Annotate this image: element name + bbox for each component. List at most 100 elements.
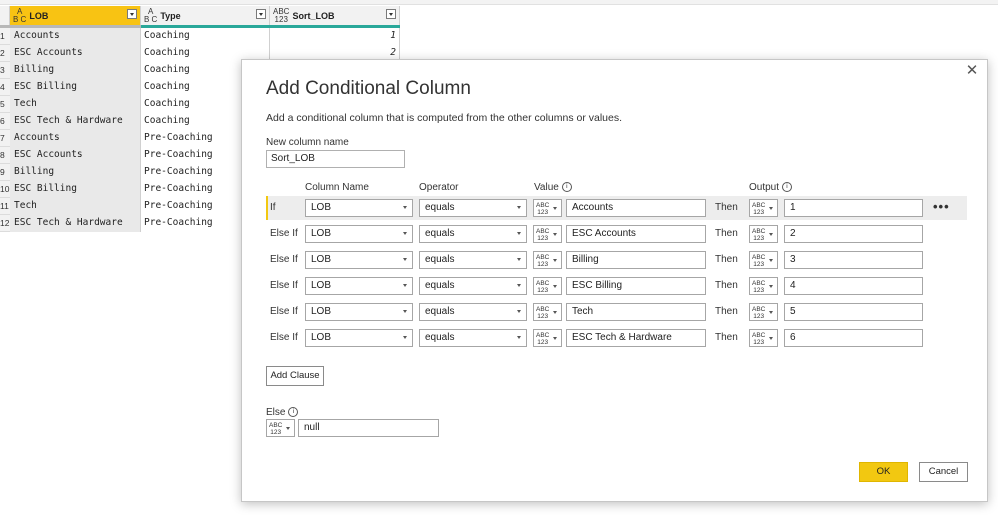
any-type-icon[interactable]: ABC 123 xyxy=(273,7,289,24)
row-number: 2 xyxy=(0,45,10,61)
new-column-name-input[interactable]: Sort_LOB xyxy=(266,150,405,168)
cell-lob[interactable]: Billing xyxy=(10,62,141,79)
output-type-button[interactable]: ABC 123 xyxy=(749,303,778,321)
any-type-icon: ABC 123 xyxy=(536,280,550,294)
column-header-sort-lob[interactable]: ABC 123 Sort_LOB xyxy=(270,6,400,25)
cancel-button[interactable]: Cancel xyxy=(919,462,968,482)
filter-dropdown-icon[interactable] xyxy=(127,9,137,19)
value-input[interactable]: ESC Tech & Hardware xyxy=(566,329,706,347)
any-type-icon: ABC 123 xyxy=(536,306,550,320)
column-name-select[interactable]: LOB xyxy=(305,199,413,217)
column-name-select[interactable]: LOB xyxy=(305,225,413,243)
value-input[interactable]: Billing xyxy=(566,251,706,269)
output-type-button[interactable]: ABC 123 xyxy=(749,277,778,295)
column-header-label: LOB xyxy=(29,10,49,21)
chevron-down-icon xyxy=(769,259,773,262)
output-input[interactable]: 3 xyxy=(784,251,923,269)
clause-keyword: Else If xyxy=(270,306,298,317)
column-name-select[interactable]: LOB xyxy=(305,251,413,269)
table-row[interactable]: 1 Accounts Coaching 1 xyxy=(0,28,400,45)
operator-select[interactable]: equals xyxy=(419,225,527,243)
info-icon[interactable]: i xyxy=(561,182,572,193)
column-name-select[interactable]: LOB xyxy=(305,277,413,295)
close-icon[interactable]: ✕ xyxy=(965,63,979,78)
output-type-button[interactable]: ABC 123 xyxy=(749,225,778,243)
column-header-type[interactable]: AB C Type xyxy=(141,6,270,25)
value-type-button[interactable]: ABC 123 xyxy=(533,225,562,243)
cell-lob[interactable]: Accounts xyxy=(10,28,141,45)
chevron-down-icon xyxy=(553,337,557,340)
value-input[interactable]: ESC Billing xyxy=(566,277,706,295)
operator-select[interactable]: equals xyxy=(419,303,527,321)
value-type-button[interactable]: ABC 123 xyxy=(533,303,562,321)
clause-keyword: If xyxy=(270,202,276,213)
column-name-select[interactable]: LOB xyxy=(305,329,413,347)
output-input[interactable]: 5 xyxy=(784,303,923,321)
any-type-icon: ABC 123 xyxy=(752,332,766,346)
table-menu-corner[interactable] xyxy=(0,6,10,25)
info-icon[interactable]: i xyxy=(782,182,793,193)
filter-dropdown-icon[interactable] xyxy=(386,9,396,19)
dialog-title: Add Conditional Column xyxy=(266,78,471,99)
value-type-button[interactable]: ABC 123 xyxy=(533,277,562,295)
cell-lob[interactable]: Billing xyxy=(10,164,141,181)
chevron-down-icon xyxy=(403,310,407,313)
value-input[interactable]: Accounts xyxy=(566,199,706,217)
value-input[interactable]: Tech xyxy=(566,303,706,321)
else-value-input[interactable]: null xyxy=(298,419,439,437)
info-icon[interactable]: i xyxy=(288,407,299,418)
value-type-button[interactable]: ABC 123 xyxy=(533,199,562,217)
cell-type[interactable]: Coaching xyxy=(141,28,270,45)
cell-lob[interactable]: ESC Accounts xyxy=(10,45,141,62)
output-input[interactable]: 2 xyxy=(784,225,923,243)
column-name-select[interactable]: LOB xyxy=(305,303,413,321)
any-type-icon: ABC 123 xyxy=(536,254,550,268)
clause-row: Else If LOB equals ABC 123 Billing Then ABC 123 3 xyxy=(266,248,967,272)
chevron-down-icon xyxy=(769,285,773,288)
any-type-icon: ABC 123 xyxy=(752,202,766,216)
more-options-icon[interactable]: ••• xyxy=(933,196,950,220)
cell-lob[interactable]: ESC Billing xyxy=(10,79,141,96)
any-type-icon: ABC 123 xyxy=(536,202,550,216)
then-label: Then xyxy=(715,228,738,239)
column-header-lob[interactable]: AB C LOB xyxy=(10,6,141,25)
value-type-button[interactable]: ABC 123 xyxy=(533,251,562,269)
text-type-icon[interactable]: AB C xyxy=(144,7,157,24)
operator-select[interactable]: equals xyxy=(419,277,527,295)
ok-button[interactable]: OK xyxy=(859,462,908,482)
cell-lob[interactable]: Tech xyxy=(10,198,141,215)
chevron-down-icon xyxy=(769,311,773,314)
operator-select[interactable]: equals xyxy=(419,251,527,269)
output-type-button[interactable]: ABC 123 xyxy=(749,199,778,217)
clause-keyword: Else If xyxy=(270,280,298,291)
output-input[interactable]: 4 xyxy=(784,277,923,295)
operator-header: Operator xyxy=(419,182,459,193)
cell-sort-lob[interactable]: 1 xyxy=(270,28,400,45)
value-input[interactable]: ESC Accounts xyxy=(566,225,706,243)
else-type-button[interactable]: ABC 123 xyxy=(266,419,295,437)
row-number: 7 xyxy=(0,130,10,146)
cell-lob[interactable]: ESC Tech & Hardware xyxy=(10,215,141,232)
filter-dropdown-icon[interactable] xyxy=(256,9,266,19)
output-type-button[interactable]: ABC 123 xyxy=(749,251,778,269)
operator-select[interactable]: equals xyxy=(419,329,527,347)
value-type-button[interactable]: ABC 123 xyxy=(533,329,562,347)
row-number: 9 xyxy=(0,164,10,180)
output-type-button[interactable]: ABC 123 xyxy=(749,329,778,347)
text-type-icon[interactable]: AB C xyxy=(13,7,26,24)
cell-lob[interactable]: Tech xyxy=(10,96,141,113)
output-input[interactable]: 1 xyxy=(784,199,923,217)
new-column-name-label: New column name xyxy=(266,137,349,148)
any-type-icon: ABC 123 xyxy=(752,306,766,320)
add-clause-button[interactable]: Add Clause xyxy=(266,366,324,386)
ribbon-strip xyxy=(0,0,998,5)
cell-lob[interactable]: ESC Accounts xyxy=(10,147,141,164)
clause-row: If LOB equals ABC 123 Accounts Then ABC 123 1 ••• xyxy=(266,196,967,220)
chevron-down-icon xyxy=(553,285,557,288)
cell-lob[interactable]: ESC Billing xyxy=(10,181,141,198)
cell-lob[interactable]: Accounts xyxy=(10,130,141,147)
row-number: 4 xyxy=(0,79,10,95)
cell-lob[interactable]: ESC Tech & Hardware xyxy=(10,113,141,130)
output-input[interactable]: 6 xyxy=(784,329,923,347)
operator-select[interactable]: equals xyxy=(419,199,527,217)
